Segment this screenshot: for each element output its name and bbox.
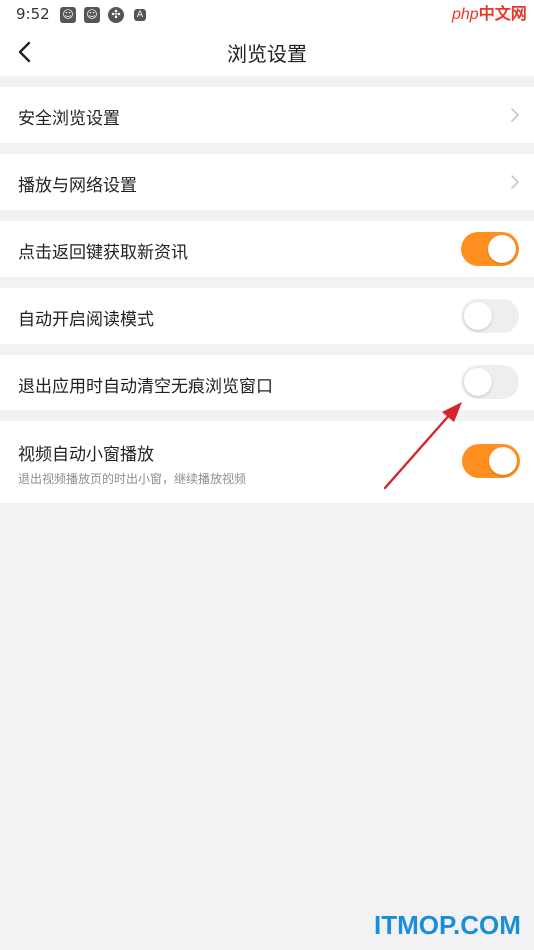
annotation-arrow-icon <box>383 402 462 490</box>
watermark-php: php中文网 <box>452 6 527 23</box>
app-icon: ☺ <box>84 7 100 23</box>
chevron-right-icon <box>511 175 519 189</box>
toggle-knob <box>464 302 492 330</box>
row-label: 视频自动小窗播放 <box>18 445 154 465</box>
status-time: 9:52 <box>16 5 50 23</box>
header: 浏览设置 <box>0 28 534 76</box>
toggle-knob <box>488 235 516 263</box>
toggle-switch[interactable] <box>462 444 520 478</box>
toggle-knob <box>489 447 517 475</box>
toggle-switch[interactable] <box>461 365 519 399</box>
status-bar: 9:52 ☺ ☺ ✣ A php中文网 <box>0 0 534 28</box>
row-label: 自动开启阅读模式 <box>18 310 154 330</box>
page-title: 浏览设置 <box>227 42 307 66</box>
row-sublabel: 退出视频播放页的时出小窗，继续播放视频 <box>18 472 247 486</box>
row-label: 播放与网络设置 <box>18 176 137 196</box>
chevron-right-icon <box>511 108 519 122</box>
toggle-knob <box>464 368 492 396</box>
app-icon: ☺ <box>60 7 76 23</box>
toggle-switch[interactable] <box>461 299 519 333</box>
row-label: 退出应用时自动清空无痕浏览窗口 <box>18 377 273 397</box>
row-label: 安全浏览设置 <box>18 109 120 129</box>
row-reading-mode: 自动开启阅读模式 <box>0 288 534 344</box>
watermark-itmop: ITMOP.COM <box>374 910 521 940</box>
row-play-network[interactable]: 播放与网络设置 <box>0 154 534 210</box>
settings-icon: ✣ <box>108 7 124 23</box>
row-safe-browsing[interactable]: 安全浏览设置 <box>0 87 534 143</box>
toggle-switch[interactable] <box>461 232 519 266</box>
row-back-refresh: 点击返回键获取新资讯 <box>0 221 534 277</box>
a-icon: A <box>134 9 146 21</box>
row-label: 点击返回键获取新资讯 <box>18 243 188 263</box>
